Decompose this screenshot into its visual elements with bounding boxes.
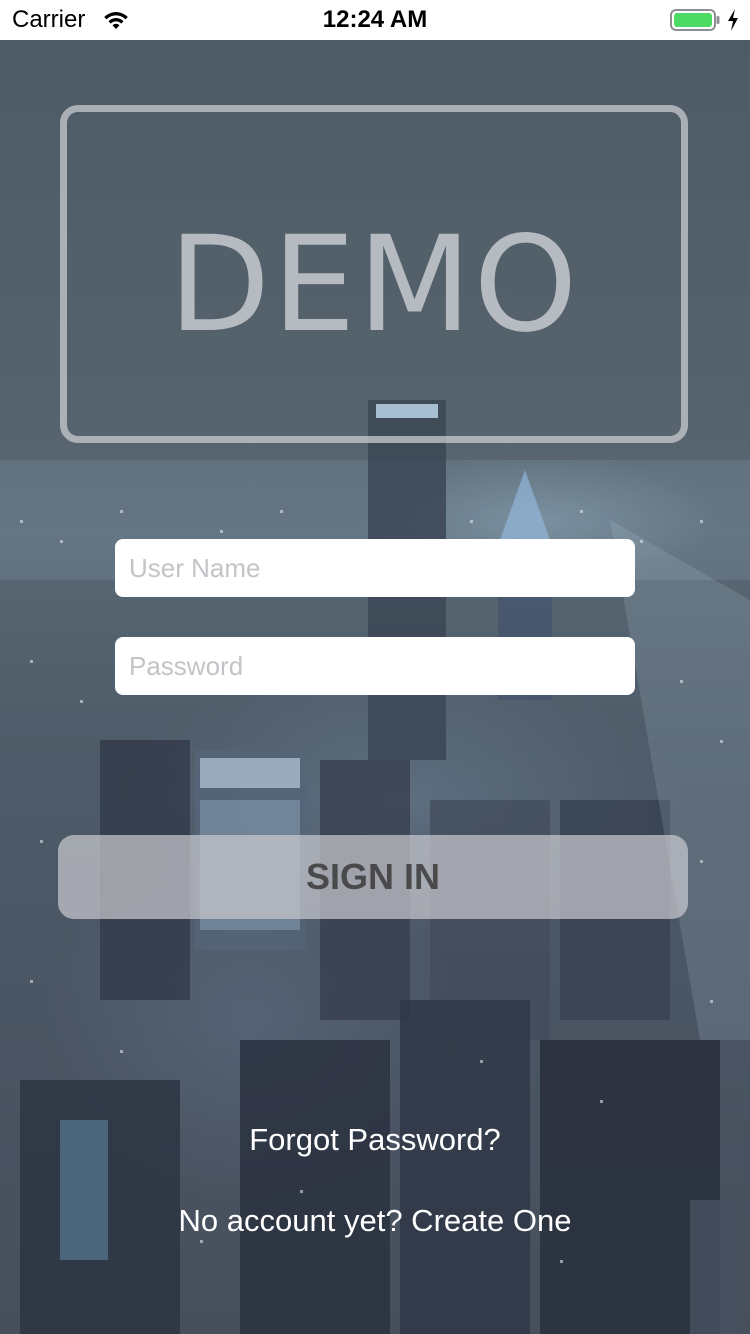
forgot-password-link[interactable]: Forgot Password? [0, 1122, 750, 1158]
password-input[interactable] [115, 637, 635, 695]
create-account-link[interactable]: No account yet? Create One [0, 1203, 750, 1239]
status-bar: Carrier 12:24 AM [0, 0, 750, 40]
battery-icon [670, 9, 720, 31]
username-input[interactable] [115, 539, 635, 597]
logo-text: DEMO [168, 208, 580, 362]
sign-in-button[interactable]: SIGN IN [58, 835, 688, 919]
demo-logo: DEMO [60, 105, 688, 443]
login-screen: Carrier 12:24 AM DEMO SIGN IN Forgot Pas… [0, 0, 750, 1334]
status-time: 12:24 AM [322, 6, 428, 33]
charging-bolt-icon [728, 9, 738, 31]
